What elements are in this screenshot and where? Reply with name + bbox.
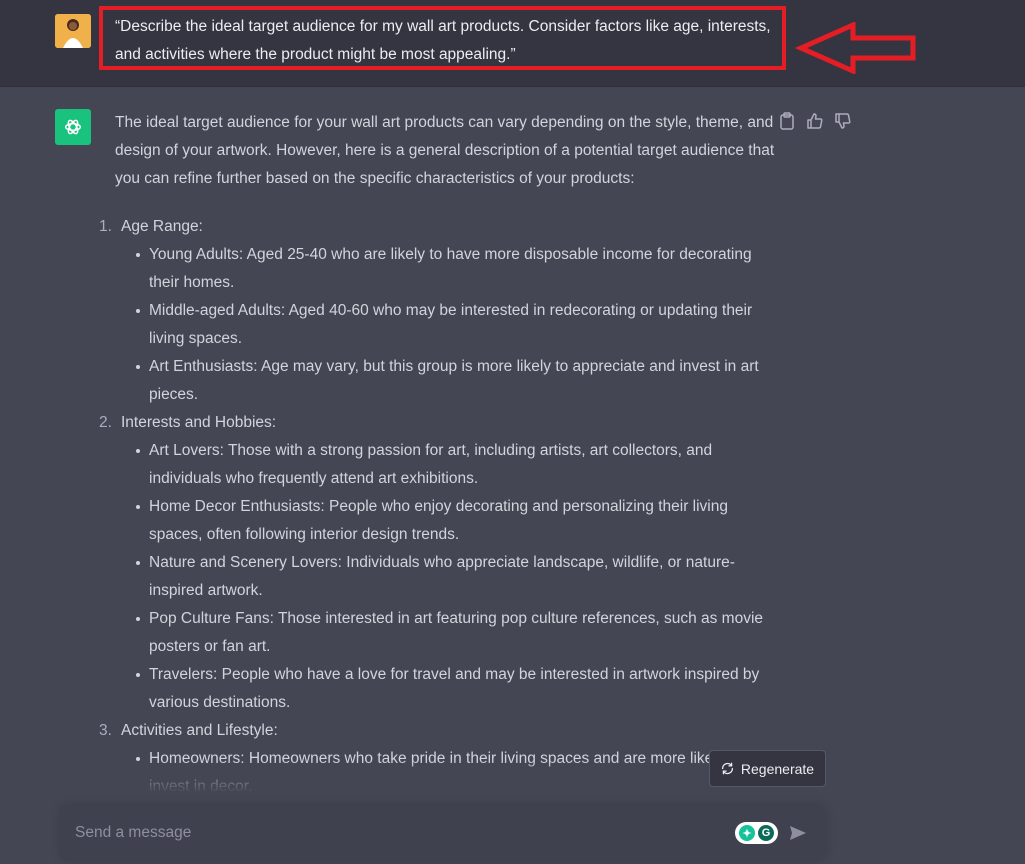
grammarly-g-icon: G [758,825,774,841]
bullet-item: Home Decor Enthusiasts: People who enjoy… [136,493,775,549]
annotation-highlight-box [99,6,786,70]
section-title: Interests and Hobbies: [121,414,277,431]
bullet-list: Art Lovers: Those with a strong passion … [121,437,775,717]
message-actions [779,112,851,130]
message-input[interactable] [75,818,715,848]
bullet-item: Art Lovers: Those with a strong passion … [136,437,775,493]
assistant-avatar [55,109,91,145]
thumbs-down-icon[interactable] [835,112,851,130]
bullet-item: Young Adults: Aged 25-40 who are likely … [136,241,775,297]
list-item-interests: 2. Interests and Hobbies: Art Lovers: Th… [99,409,775,717]
annotation-arrow-icon [795,22,916,74]
response-numbered-list: 1. Age Range: Young Adults: Aged 25-40 w… [99,213,775,801]
bullet-list: Young Adults: Aged 25-40 who are likely … [121,241,775,409]
grammarly-assist-icon: ✦ [739,825,755,841]
thumbs-up-icon[interactable] [807,112,823,130]
refresh-icon [721,762,733,775]
user-avatar [55,14,91,48]
section-title: Activities and Lifestyle: [121,722,278,739]
bullet-item: Art Enthusiasts: Age may vary, but this … [136,353,775,409]
regenerate-label: Regenerate [740,760,815,777]
response-intro: The ideal target audience for your wall … [115,114,775,187]
bullet-item: Nature and Scenery Lovers: Individuals w… [136,549,775,605]
regenerate-button[interactable]: Regenerate [709,750,826,787]
bullet-item: Travelers: People who have a love for tr… [136,661,775,717]
bullet-item: Middle-aged Adults: Aged 40-60 who may b… [136,297,775,353]
clipboard-icon[interactable] [779,112,795,130]
bullet-item: Pop Culture Fans: Those interested in ar… [136,605,775,661]
assistant-response: The ideal target audience for your wall … [99,109,775,801]
list-number: 3. [99,722,112,739]
list-number: 1. [99,218,112,235]
grammarly-icon[interactable]: ✦ G [735,822,778,844]
openai-logo-icon [64,119,82,135]
message-composer: ✦ G [60,805,826,860]
list-item-age-range: 1. Age Range: Young Adults: Aged 25-40 w… [99,213,775,409]
list-number: 2. [99,414,112,431]
paper-plane-icon[interactable] [788,823,808,843]
section-title: Age Range: [121,218,203,235]
